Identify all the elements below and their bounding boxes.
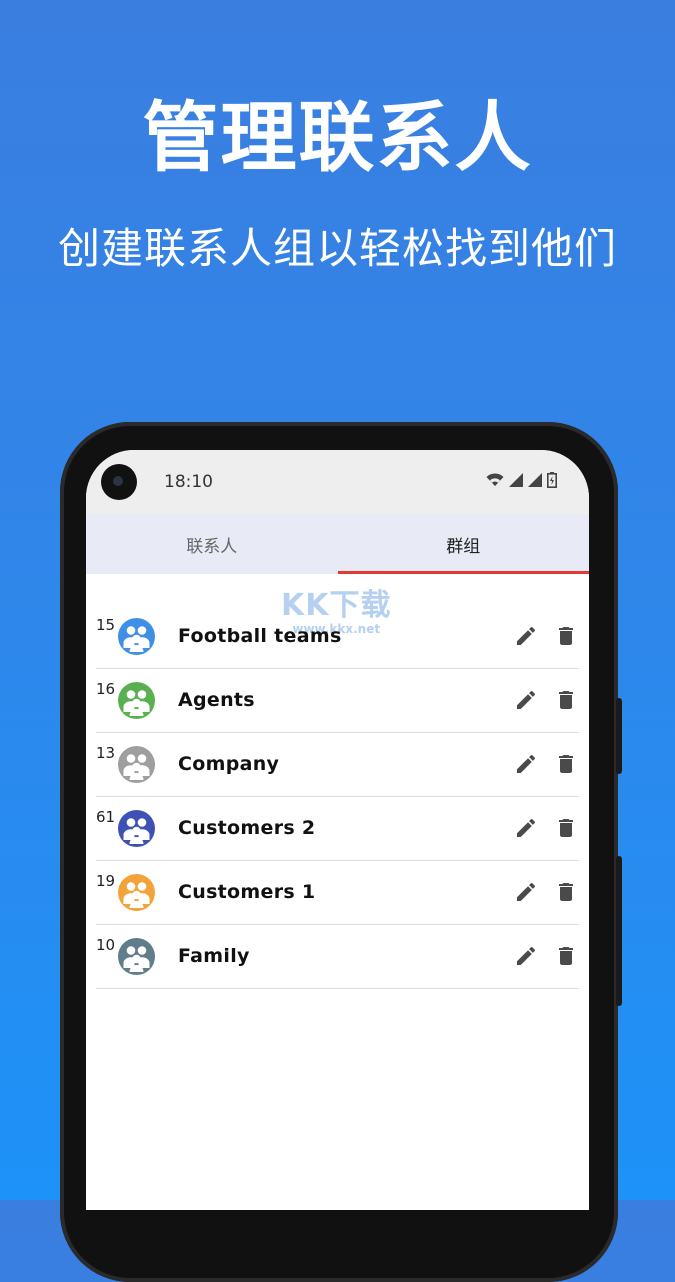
group-name: Customers 1	[178, 881, 316, 903]
group-name: Company	[178, 753, 280, 775]
edit-icon[interactable]	[514, 816, 538, 840]
wifi-icon	[486, 473, 504, 486]
table-row[interactable]: 61 Customers 2	[96, 798, 579, 861]
battery-icon	[547, 472, 557, 488]
group-avatar-icon	[118, 618, 155, 655]
table-row[interactable]: 19 Customers 1	[96, 862, 579, 925]
phone-screen: 18:10 联系人 群组 KK下载 www.kkx.net 15 Footbal…	[86, 450, 589, 1210]
edit-icon[interactable]	[514, 880, 538, 904]
tab-groups[interactable]: 群组	[337, 514, 590, 574]
delete-icon[interactable]	[554, 880, 578, 904]
group-count: 19	[96, 872, 116, 890]
headline: 管理联系人	[142, 93, 533, 182]
group-count: 16	[96, 680, 116, 698]
group-count: 15	[96, 616, 116, 634]
table-row[interactable]: 16 Agents	[96, 670, 579, 733]
table-row[interactable]: 13 Company	[96, 734, 579, 797]
delete-icon[interactable]	[554, 944, 578, 968]
table-row[interactable]: 15 Football teams	[96, 606, 579, 669]
edit-icon[interactable]	[514, 944, 538, 968]
delete-icon[interactable]	[554, 688, 578, 712]
group-avatar-icon	[118, 810, 155, 847]
group-avatar-icon	[118, 938, 155, 975]
delete-icon[interactable]	[554, 624, 578, 648]
delete-icon[interactable]	[554, 752, 578, 776]
edit-icon[interactable]	[514, 688, 538, 712]
phone-side-button	[616, 698, 622, 774]
group-name: Family	[178, 945, 250, 967]
tab-bar: 联系人 群组	[86, 514, 589, 574]
table-row[interactable]: 10 Family	[96, 926, 579, 989]
subline: 创建联系人组以轻松找到他们	[57, 224, 617, 273]
signal-icon	[528, 473, 542, 487]
edit-icon[interactable]	[514, 624, 538, 648]
group-name: Football teams	[178, 625, 342, 647]
edit-icon[interactable]	[514, 752, 538, 776]
group-list: 15 Football teams 16 Agents 13 Company 6…	[96, 606, 579, 990]
tab-contacts[interactable]: 联系人	[86, 514, 338, 574]
group-count: 10	[96, 936, 116, 954]
group-avatar-icon	[118, 874, 155, 911]
group-count: 13	[96, 744, 116, 762]
group-avatar-icon	[118, 746, 155, 783]
signal-icon	[509, 473, 523, 487]
group-name: Agents	[178, 689, 255, 711]
phone-side-button	[616, 856, 622, 1006]
delete-icon[interactable]	[554, 816, 578, 840]
camera-hole	[101, 464, 137, 500]
status-time: 18:10	[164, 472, 213, 492]
group-name: Customers 2	[178, 817, 316, 839]
group-count: 61	[96, 808, 116, 826]
group-avatar-icon	[118, 682, 155, 719]
status-bar: 18:10	[86, 450, 589, 514]
status-icons	[486, 472, 557, 488]
